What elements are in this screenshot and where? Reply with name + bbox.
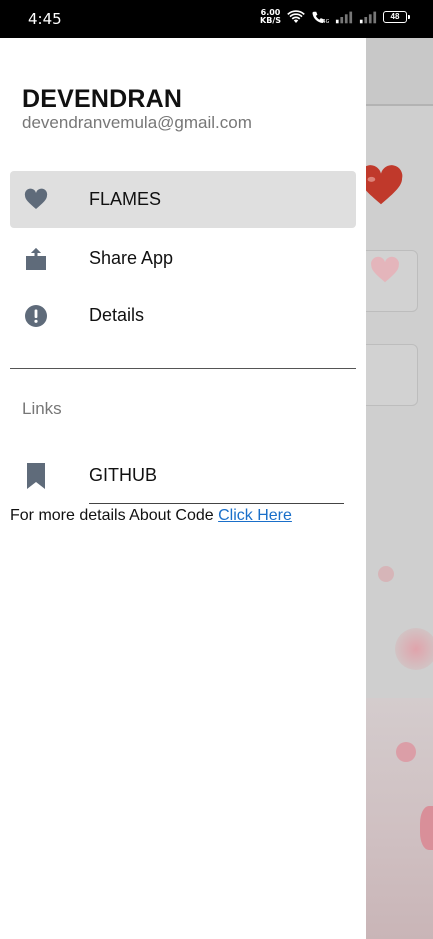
heart-icon [24,188,48,209]
signal-icon [335,11,353,24]
status-bar: 4:45 6.00 KB/S 4G 48 [0,0,433,38]
menu-item-details[interactable]: Details [10,287,356,344]
menu-item-label: GITHUB [89,465,158,485]
volte-call-icon: 4G [312,11,329,25]
menu-item-github[interactable]: GITHUB [10,447,356,504]
menu-item-flames[interactable]: FLAMES [10,171,356,228]
divider [89,503,344,504]
network-speed-unit: KB/S [260,16,281,25]
background-bokeh [396,742,416,762]
background-bokeh [378,566,394,582]
divider [10,368,356,369]
bookmark-icon [27,463,45,489]
navigation-drawer: DEVENDRAN devendranvemula@gmail.com FLAM… [0,38,366,939]
menu-item-label: Share App [89,248,174,268]
click-here-link[interactable]: Click Here [218,507,292,524]
share-icon [26,247,46,270]
background-bokeh [395,628,433,670]
wifi-icon [287,10,305,23]
signal-icon [359,11,377,24]
code-details-label: For more details About Code [10,507,219,524]
network-speed: 6.00 KB/S [260,9,281,25]
info-icon [25,304,47,327]
battery-level: 48 [390,12,400,21]
svg-text:4G: 4G [322,19,329,25]
menu-item-share-app[interactable]: Share App [10,230,356,287]
links-section-header: Links [22,399,62,418]
profile-email: devendranvemula@gmail.com [22,113,252,132]
menu-item-label: FLAMES [89,189,162,209]
background-bokeh [420,806,433,850]
status-icons: 6.00 KB/S 4G 48 [260,9,410,25]
battery-indicator: 48 [383,11,410,23]
status-time: 4:45 [28,10,62,28]
heart-icon [371,256,399,283]
menu-item-label: Details [89,305,145,325]
code-details-text: For more details About Code Click Here [10,507,292,525]
profile-name: DEVENDRAN [22,85,183,113]
